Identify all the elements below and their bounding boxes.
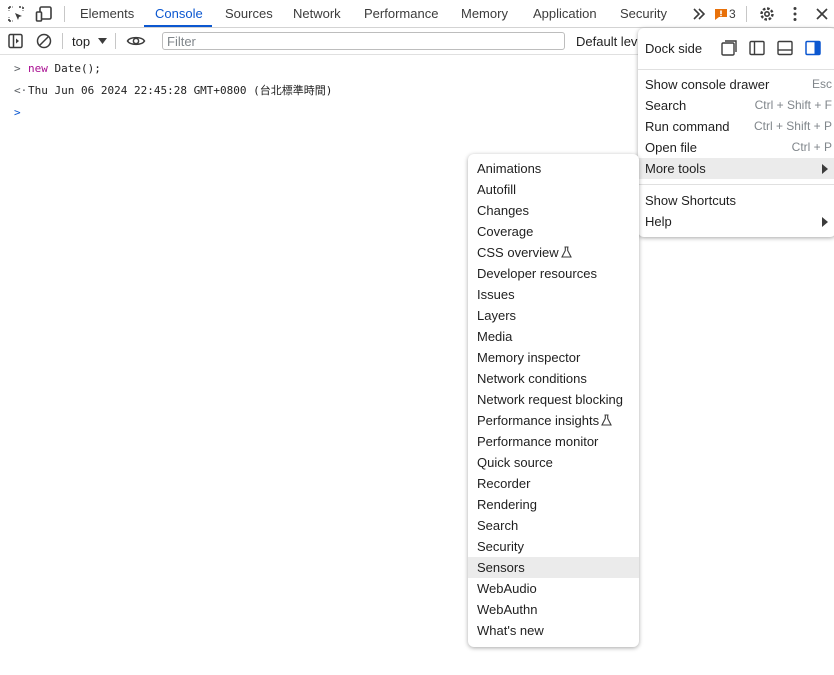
more-tools-item-media[interactable]: Media bbox=[468, 326, 639, 347]
code-keyword: new bbox=[28, 62, 48, 75]
caret-down-icon[interactable] bbox=[98, 38, 107, 44]
toolbar-divider bbox=[64, 6, 65, 22]
menu-item-more-tools[interactable]: More tools bbox=[638, 158, 834, 179]
issues-icon[interactable] bbox=[714, 7, 728, 21]
dock-right-icon[interactable] bbox=[805, 40, 821, 56]
more-tools-item-security[interactable]: Security bbox=[468, 536, 639, 557]
more-tools-item-webauthn[interactable]: WebAuthn bbox=[468, 599, 639, 620]
console-prompt[interactable]: > bbox=[0, 103, 640, 123]
dock-side-label: Dock side bbox=[645, 41, 703, 56]
toolbar-divider bbox=[746, 6, 747, 22]
inspect-element-icon[interactable] bbox=[7, 5, 25, 23]
more-tools-item-network-conditions[interactable]: Network conditions bbox=[468, 368, 639, 389]
more-tools-item-recorder[interactable]: Recorder bbox=[468, 473, 639, 494]
menu-item-show-shortcuts[interactable]: Show Shortcuts bbox=[638, 190, 834, 211]
more-tools-item-autofill[interactable]: Autofill bbox=[468, 179, 639, 200]
menu-divider bbox=[638, 184, 834, 185]
more-tools-item-search[interactable]: Search bbox=[468, 515, 639, 536]
toolbar-divider bbox=[62, 33, 63, 49]
gear-icon[interactable] bbox=[758, 5, 776, 23]
sidebar-toggle-icon[interactable] bbox=[7, 32, 25, 50]
code-text: Date(); bbox=[47, 62, 101, 75]
tab-sources[interactable]: Sources bbox=[225, 0, 273, 27]
shortcut-text: Ctrl + P bbox=[791, 140, 832, 154]
more-tools-item-performance-insights[interactable]: Performance insights bbox=[468, 410, 639, 431]
more-tools-item-css-overview[interactable]: CSS overview bbox=[468, 242, 639, 263]
more-tools-item-changes[interactable]: Changes bbox=[468, 200, 639, 221]
chevron-double-right-icon[interactable] bbox=[690, 5, 708, 23]
menu-item-open-file[interactable]: Open file Ctrl + P bbox=[638, 137, 834, 158]
tab-console[interactable]: Console bbox=[155, 0, 203, 27]
undock-icon[interactable] bbox=[721, 40, 737, 56]
more-tools-item-whats-new[interactable]: What's new bbox=[468, 620, 639, 641]
shortcut-text: Ctrl + Shift + F bbox=[754, 98, 832, 112]
tab-application[interactable]: Application bbox=[533, 0, 597, 27]
submenu-arrow-icon bbox=[822, 217, 828, 227]
device-toolbar-icon[interactable] bbox=[35, 5, 53, 23]
experiment-flask-icon bbox=[560, 246, 572, 258]
prompt-chevron-icon: > bbox=[14, 62, 21, 75]
menu-item-help[interactable]: Help bbox=[638, 211, 834, 232]
toolbar-divider bbox=[115, 33, 116, 49]
devtools-tab-bar: Elements Console Sources Network Perform… bbox=[0, 0, 834, 28]
more-tools-item-network-request-blocking[interactable]: Network request blocking bbox=[468, 389, 639, 410]
menu-item-search[interactable]: Search Ctrl + Shift + F bbox=[638, 95, 834, 116]
close-icon[interactable] bbox=[813, 5, 831, 23]
vertical-ellipsis-icon[interactable] bbox=[786, 5, 804, 23]
result-arrow-icon: <· bbox=[14, 84, 28, 97]
more-tools-item-rendering[interactable]: Rendering bbox=[468, 494, 639, 515]
more-tools-item-memory-inspector[interactable]: Memory inspector bbox=[468, 347, 639, 368]
console-input-line: > new Date(); bbox=[0, 59, 640, 79]
more-tools-item-layers[interactable]: Layers bbox=[468, 305, 639, 326]
filter-input[interactable] bbox=[162, 32, 565, 50]
more-tools-item-sensors[interactable]: Sensors bbox=[468, 557, 639, 578]
more-tools-item-coverage[interactable]: Coverage bbox=[468, 221, 639, 242]
result-text: Thu Jun 06 2024 22:45:28 GMT+0800 (台北標準時… bbox=[28, 84, 333, 97]
shortcut-text: Esc bbox=[811, 77, 832, 91]
shortcut-text: Ctrl + Shift + P bbox=[753, 119, 832, 133]
tab-elements[interactable]: Elements bbox=[80, 0, 134, 27]
clear-console-icon[interactable] bbox=[35, 32, 53, 50]
issues-count[interactable]: 3 bbox=[729, 7, 736, 21]
experiment-flask-icon bbox=[601, 414, 613, 426]
more-tools-item-webaudio[interactable]: WebAudio bbox=[468, 578, 639, 599]
prompt-chevron-icon: > bbox=[14, 106, 21, 119]
tab-memory[interactable]: Memory bbox=[461, 0, 508, 27]
menu-item-run-command[interactable]: Run command Ctrl + Shift + P bbox=[638, 116, 834, 137]
context-selector[interactable]: top bbox=[72, 34, 90, 49]
console-result-line: <· Thu Jun 06 2024 22:45:28 GMT+0800 (台北… bbox=[0, 81, 640, 101]
menu-item-show-console-drawer[interactable]: Show console drawer Esc bbox=[638, 74, 834, 95]
active-tab-indicator bbox=[144, 25, 212, 27]
customize-menu: Dock side Show console drawer Esc Search… bbox=[638, 28, 834, 237]
dock-left-icon[interactable] bbox=[749, 40, 765, 56]
more-tools-item-quick-source[interactable]: Quick source bbox=[468, 452, 639, 473]
more-tools-item-issues[interactable]: Issues bbox=[468, 284, 639, 305]
tab-performance[interactable]: Performance bbox=[364, 0, 438, 27]
tab-security[interactable]: Security bbox=[620, 0, 667, 27]
more-tools-submenu: Animations Autofill Changes Coverage CSS… bbox=[468, 154, 639, 647]
more-tools-item-developer-resources[interactable]: Developer resources bbox=[468, 263, 639, 284]
menu-divider bbox=[638, 69, 834, 70]
submenu-arrow-icon bbox=[822, 164, 828, 174]
eye-icon[interactable] bbox=[126, 32, 146, 50]
more-tools-item-performance-monitor[interactable]: Performance monitor bbox=[468, 431, 639, 452]
tab-network[interactable]: Network bbox=[293, 0, 341, 27]
dock-bottom-icon[interactable] bbox=[777, 40, 793, 56]
more-tools-item-animations[interactable]: Animations bbox=[468, 158, 639, 179]
